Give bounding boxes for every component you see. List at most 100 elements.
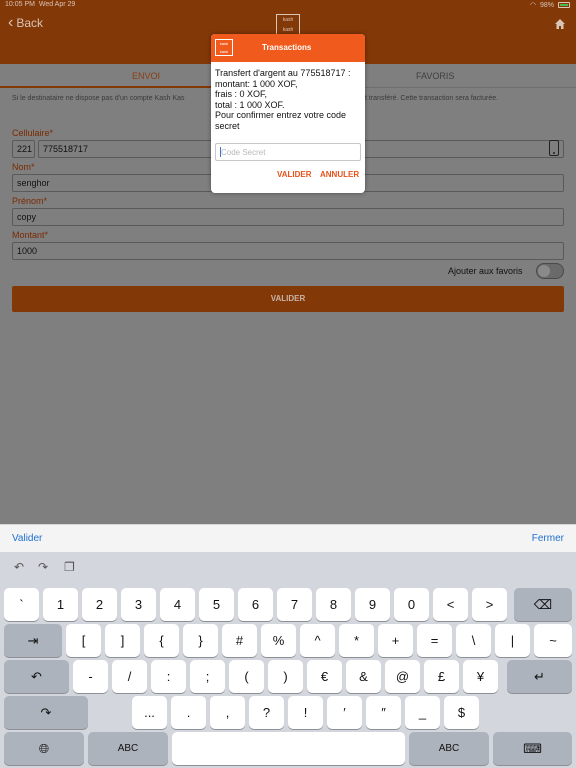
key[interactable]: €	[307, 660, 342, 693]
nom-label: Nom*	[12, 162, 35, 172]
key[interactable]: ?	[249, 696, 284, 729]
accessory-valider-button[interactable]: Valider	[12, 533, 42, 544]
key[interactable]: ]	[105, 624, 140, 657]
dialog-line: Pour confirmer entrez votre code	[215, 110, 347, 120]
keyboard: ↶ ↷ ❐ ` 1 2 3 4 5 6 7 8 9 0 < > ⌫ ⇥ [ ] …	[0, 552, 576, 768]
key[interactable]: 1	[43, 588, 78, 621]
tab-envoi[interactable]: ENVOI	[132, 71, 160, 81]
key[interactable]: 5	[199, 588, 234, 621]
key[interactable]: [	[66, 624, 101, 657]
key[interactable]: <	[433, 588, 468, 621]
chevron-left-icon: ‹	[8, 14, 14, 31]
delete-key[interactable]: ⌫	[514, 588, 572, 621]
undo-icon[interactable]: ↶	[14, 561, 26, 573]
prenom-field[interactable]: copy	[12, 208, 564, 226]
back-button[interactable]: ‹ Back	[8, 14, 43, 31]
key[interactable]: :	[151, 660, 186, 693]
transaction-dialog: kash kash Transactions Transfert d'argen…	[211, 34, 365, 193]
code-secret-input[interactable]	[215, 143, 361, 161]
key[interactable]: .	[171, 696, 206, 729]
space-key[interactable]	[172, 732, 405, 765]
key[interactable]: 7	[277, 588, 312, 621]
favoris-toggle[interactable]	[536, 263, 564, 279]
country-code-field[interactable]: 221	[12, 140, 35, 158]
key[interactable]: \	[456, 624, 491, 657]
key[interactable]: =	[417, 624, 452, 657]
battery-icon	[558, 2, 570, 8]
paste-icon[interactable]: ❐	[64, 561, 76, 573]
dialog-line: total : 1 000 XOF.	[215, 99, 285, 110]
abc-key-right[interactable]: ABC	[409, 732, 489, 765]
dialog-annuler-button[interactable]: ANNULER	[320, 170, 359, 179]
key[interactable]: )	[268, 660, 303, 693]
key[interactable]: ^	[300, 624, 335, 657]
key[interactable]: `	[4, 588, 39, 621]
dialog-line: montant: 1 000 XOF,	[215, 78, 298, 89]
key[interactable]: 2	[82, 588, 117, 621]
key[interactable]: _	[405, 696, 440, 729]
wifi-icon: ◠	[529, 2, 536, 9]
dialog-line: Transfert d'argent au 775518717 :	[215, 68, 351, 78]
key[interactable]: 6	[238, 588, 273, 621]
globe-key[interactable]: 🌐︎	[4, 732, 84, 765]
key[interactable]: {	[144, 624, 179, 657]
info-text-tail: t transféré. Cette transaction sera fact…	[365, 95, 499, 102]
key[interactable]: &	[346, 660, 381, 693]
key[interactable]: -	[73, 660, 108, 693]
backspace-icon: ⌫	[533, 597, 553, 612]
montant-field[interactable]: 1000	[12, 242, 564, 260]
return-key[interactable]: ↵	[507, 660, 572, 693]
key[interactable]: 8	[316, 588, 351, 621]
abc-key-left[interactable]: ABC	[88, 732, 168, 765]
redo-arrow-icon: ↷	[40, 705, 52, 720]
key[interactable]: ,	[210, 696, 245, 729]
prenom-label: Prénom*	[12, 196, 48, 206]
redo-icon[interactable]: ↷	[38, 561, 50, 573]
key[interactable]: /	[112, 660, 147, 693]
dialog-valider-button[interactable]: VALIDER	[277, 170, 312, 179]
key[interactable]: ¥	[463, 660, 498, 693]
key[interactable]: ′	[327, 696, 362, 729]
key[interactable]: $	[444, 696, 479, 729]
status-time: 10:05 PM Wed Apr 29	[5, 1, 76, 8]
dismiss-keyboard-key[interactable]: ⌨	[493, 732, 572, 765]
key[interactable]: }	[183, 624, 218, 657]
status-bar: 10:05 PM Wed Apr 29 ◠ 98%	[0, 0, 576, 10]
accessory-fermer-button[interactable]: Fermer	[532, 533, 564, 544]
tab-key[interactable]: ⇥	[4, 624, 62, 657]
undo-key[interactable]: ↶	[4, 660, 69, 693]
redo-key[interactable]: ↷	[4, 696, 88, 729]
key[interactable]: @	[385, 660, 420, 693]
contacts-phone-icon[interactable]	[549, 140, 559, 156]
key[interactable]: ...	[132, 696, 167, 729]
favoris-toggle-label: Ajouter aux favoris	[448, 266, 523, 276]
key[interactable]: 4	[160, 588, 195, 621]
battery-percent: 98%	[539, 1, 554, 9]
dialog-title: Transactions	[262, 43, 312, 52]
key[interactable]: *	[339, 624, 374, 657]
valider-button[interactable]: VALIDER	[12, 286, 564, 312]
key[interactable]: #	[222, 624, 257, 657]
key[interactable]: 0	[394, 588, 429, 621]
key[interactable]: !	[288, 696, 323, 729]
text-caret	[220, 147, 221, 157]
undo-arrow-icon: ↶	[31, 669, 42, 684]
key[interactable]: >	[472, 588, 507, 621]
key[interactable]: 3	[121, 588, 156, 621]
info-text: Si le destinataire ne dispose pas d'un c…	[12, 95, 185, 102]
app-logo: kash kash	[276, 14, 300, 36]
key[interactable]: 9	[355, 588, 390, 621]
key[interactable]: ″	[366, 696, 401, 729]
key[interactable]: +	[378, 624, 413, 657]
key[interactable]: %	[261, 624, 296, 657]
tab-favoris[interactable]: FAVORIS	[416, 71, 454, 81]
tab-icon: ⇥	[27, 633, 39, 648]
dialog-message: Transfert d'argent au 775518717 : montan…	[215, 68, 365, 131]
dialog-line: secret	[215, 120, 240, 131]
key[interactable]: £	[424, 660, 459, 693]
key[interactable]: (	[229, 660, 264, 693]
key[interactable]: ~	[534, 624, 572, 657]
home-icon[interactable]	[554, 18, 566, 30]
key[interactable]: |	[495, 624, 530, 657]
key[interactable]: ;	[190, 660, 225, 693]
